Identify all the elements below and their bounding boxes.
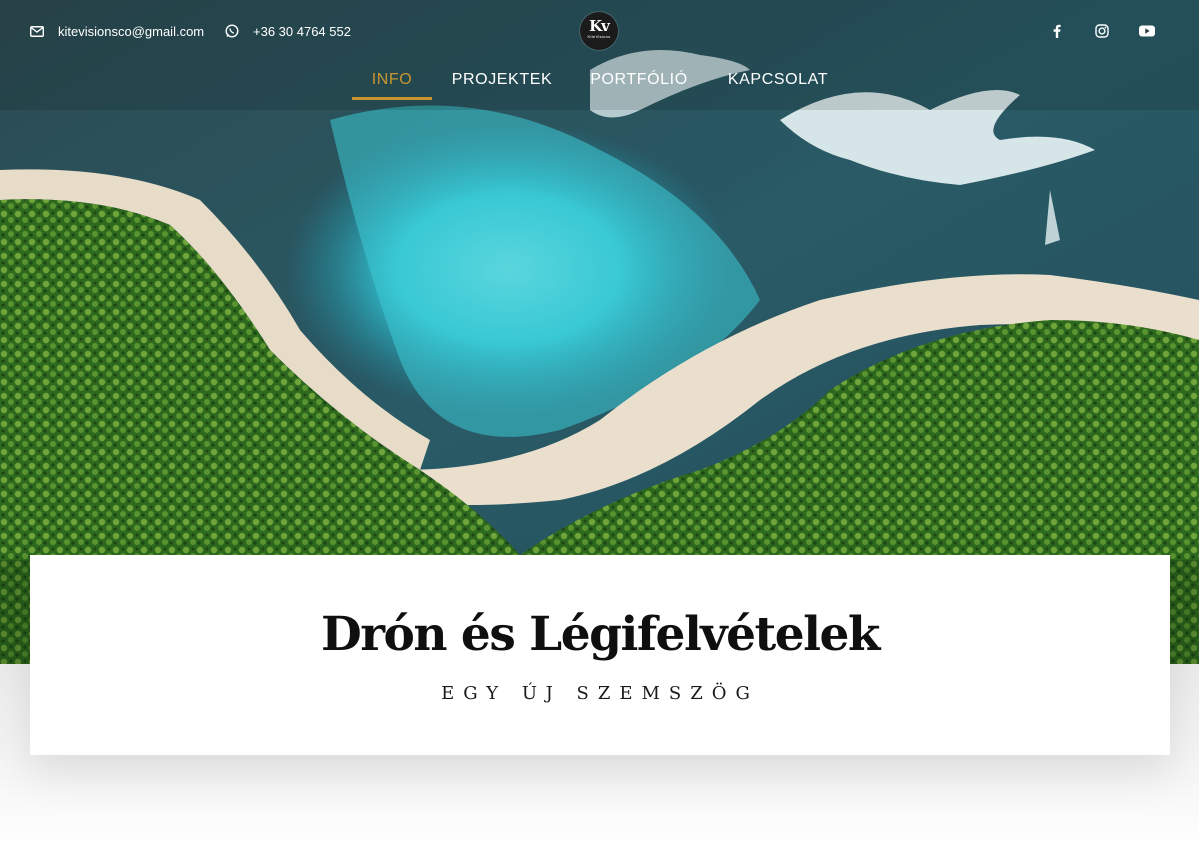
hero-subtitle: EGY ÚJ SZEMSZÖG <box>441 683 759 704</box>
nav-item-projektek[interactable]: PROJEKTEK <box>450 71 554 101</box>
logo-monogram: Kv <box>589 17 610 35</box>
nav-item-kapcsolat[interactable]: KAPCSOLAT <box>726 71 830 101</box>
email-text: kitevisionsco@gmail.com <box>58 23 205 39</box>
nav-item-label: PORTFÓLIÓ <box>590 71 688 88</box>
hero-title: Drón és Légifelvételek <box>321 607 880 662</box>
active-indicator <box>352 97 432 100</box>
top-bar: kitevisionsco@gmail.com +36 30 4764 552 … <box>0 0 1199 60</box>
nav-item-portfolio[interactable]: PORTFÓLIÓ <box>589 71 689 101</box>
nav-item-label: PROJEKTEK <box>451 71 553 88</box>
whatsapp-icon <box>225 24 239 38</box>
logo-wordmark: KiteVisions <box>587 34 611 39</box>
instagram-link[interactable] <box>1093 22 1111 40</box>
phone-link[interactable]: +36 30 4764 552 <box>225 22 351 40</box>
email-link[interactable]: kitevisionsco@gmail.com <box>30 22 204 40</box>
hero-title-card: Drón és Légifelvételek EGY ÚJ SZEMSZÖG <box>30 555 1170 755</box>
phone-text: +36 30 4764 552 <box>253 23 351 39</box>
nav-item-info[interactable]: INFO <box>352 71 432 101</box>
main-nav: INFO PROJEKTEK PORTFÓLIÓ KAPCSOLAT <box>0 71 1199 105</box>
youtube-link[interactable] <box>1138 22 1156 40</box>
site-logo[interactable]: Kv KiteVisions <box>580 12 618 50</box>
nav-item-label: INFO <box>371 71 413 88</box>
nav-item-label: KAPCSOLAT <box>727 71 829 88</box>
envelope-icon <box>30 25 44 37</box>
facebook-link[interactable] <box>1048 22 1066 40</box>
instagram-icon <box>1095 24 1109 38</box>
facebook-icon <box>1053 24 1061 38</box>
youtube-icon <box>1139 25 1155 37</box>
